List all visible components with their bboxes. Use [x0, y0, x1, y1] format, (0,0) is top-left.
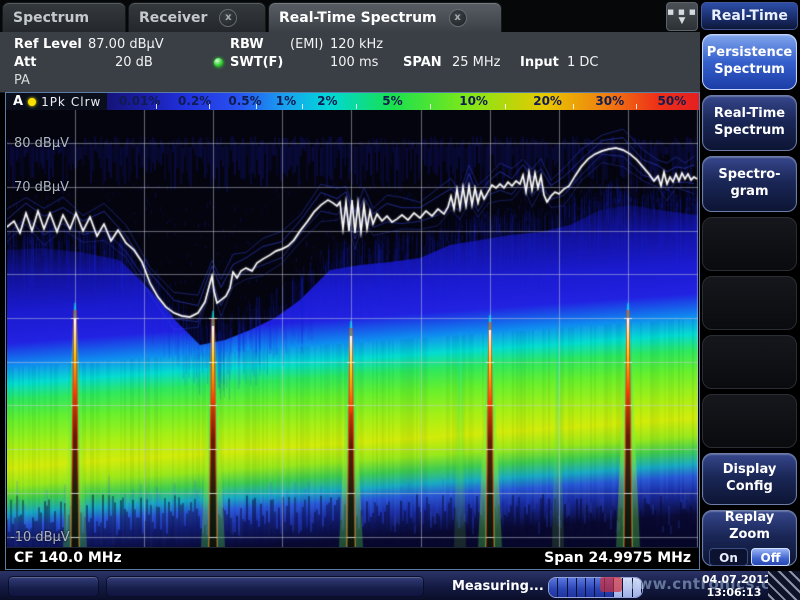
- y-axis-label-80: 80 dBµV: [14, 136, 69, 151]
- input-value[interactable]: 1 DC: [567, 55, 599, 70]
- replay-zoom-off-toggle[interactable]: Off: [751, 548, 790, 566]
- span-value[interactable]: 25 MHz: [452, 55, 501, 70]
- frequency-footer: CF 140.0 MHz Span 24.9975 MHz: [6, 547, 699, 569]
- density-scale-tick: [302, 104, 303, 109]
- ref-level-label[interactable]: Ref Level: [14, 37, 82, 52]
- density-scale-tick: [573, 104, 574, 109]
- progress-cell: [558, 578, 567, 597]
- progress-cell: [595, 578, 604, 597]
- softkey-empty[interactable]: [702, 335, 797, 389]
- softkey-persistence-spectrum[interactable]: Persistence Spectrum: [702, 34, 797, 90]
- span-label[interactable]: SPAN: [403, 55, 442, 70]
- rbw-prefix: (EMI): [290, 37, 323, 52]
- time-value: 13:06:13: [702, 586, 766, 599]
- swt-label[interactable]: SWT(F): [230, 55, 283, 70]
- tab-label: Receiver: [139, 10, 207, 26]
- tab-label: Real-Time Spectrum: [279, 10, 437, 26]
- density-scale-label: 50%: [658, 94, 687, 109]
- settings-header: Ref Level 87.00 dBµV RBW (EMI) 120 kHz A…: [0, 32, 700, 93]
- sweep-led-icon: [214, 58, 223, 67]
- density-scale-tick: [356, 104, 357, 109]
- tab-bar: Spectrum Receiver x Real-Time Spectrum x…: [0, 0, 700, 32]
- density-scale-label: 5%: [382, 94, 402, 109]
- softkey-label: Replay Zoom: [725, 510, 774, 544]
- softkey-sidebar: Real-Time Persistence SpectrumReal-Time …: [700, 0, 800, 600]
- swt-value[interactable]: 100 ms: [330, 55, 378, 70]
- att-value[interactable]: 20 dB: [115, 55, 153, 70]
- status-bar: Measuring...: [0, 571, 800, 600]
- density-scale-label: 2%: [317, 94, 337, 109]
- measuring-status: Measuring...: [452, 579, 544, 594]
- progress-cell: [633, 578, 642, 597]
- density-color-scale: 0.01%0.2%0.5%1%2%5%10%20%30%50%: [107, 93, 699, 110]
- progress-cell: [605, 578, 614, 597]
- status-button-left[interactable]: [8, 576, 99, 597]
- density-scale-label: 1%: [276, 94, 296, 109]
- window-menu-button[interactable]: ■ ■ ■ ▼: [666, 2, 698, 31]
- density-scale-tick: [156, 104, 157, 109]
- preamp-label: PA: [14, 73, 30, 88]
- softkey-empty[interactable]: [702, 394, 797, 448]
- progress-cell: [549, 578, 558, 597]
- softkey-spectro-gram[interactable]: Spectro- gram: [702, 156, 797, 212]
- density-scale-label: 10%: [459, 94, 488, 109]
- density-scale-tick: [256, 104, 257, 109]
- density-scale-tick: [209, 104, 210, 109]
- progress-cell: [577, 578, 586, 597]
- status-button-wide[interactable]: [106, 576, 424, 597]
- density-scale-label: 30%: [595, 94, 624, 109]
- trace-active-dot-icon: [28, 98, 36, 106]
- softkey-empty[interactable]: [702, 217, 797, 271]
- trace-legend: A 1Pk Clrw: [6, 93, 107, 110]
- progress-cell: [623, 578, 632, 597]
- y-axis-label-70: 70 dBµV: [14, 180, 69, 195]
- density-scale-tick: [505, 104, 506, 109]
- progress-cell: [586, 578, 595, 597]
- span-value-footer[interactable]: Span 24.9975 MHz: [544, 550, 691, 566]
- density-scale-tick: [430, 104, 431, 109]
- center-frequency-value[interactable]: CF 140.0 MHz: [14, 550, 122, 566]
- softkey-real-time-spectrum[interactable]: Real-Time Spectrum: [702, 95, 797, 151]
- density-scale-tick: [636, 104, 637, 109]
- softkey-display-config[interactable]: Display Config: [702, 453, 797, 505]
- softkey-menu-title: Real-Time: [701, 2, 798, 30]
- tab-spectrum[interactable]: Spectrum: [2, 2, 126, 32]
- density-scale-label: 0.2%: [178, 94, 211, 109]
- date-value: 04.07.2012: [702, 573, 766, 586]
- rbw-value[interactable]: 120 kHz: [330, 37, 383, 52]
- trace-detector: 1Pk: [41, 95, 66, 109]
- rbw-label[interactable]: RBW: [230, 37, 264, 52]
- trace-mode: Clrw: [71, 95, 101, 109]
- tab-receiver[interactable]: Receiver x: [128, 2, 266, 32]
- window-letter: A: [13, 94, 23, 109]
- tab-label: Spectrum: [13, 10, 89, 26]
- display-switcher-icon: ■ ■ ■: [667, 9, 696, 16]
- measurement-progress-bar: [548, 577, 643, 598]
- progress-cell: [614, 578, 623, 597]
- close-icon[interactable]: x: [449, 9, 467, 27]
- att-label[interactable]: Att: [14, 55, 37, 70]
- trace-legend-row: A 1Pk Clrw 0.01%0.2%0.5%1%2%5%10%20%30%5…: [6, 93, 699, 110]
- input-label[interactable]: Input: [520, 55, 559, 70]
- y-axis-label-m10: -10 dBµV: [10, 530, 70, 545]
- progress-cell: [568, 578, 577, 597]
- ref-level-value[interactable]: 87.00 dBµV: [88, 37, 164, 52]
- persistence-spectrum-canvas[interactable]: [7, 110, 698, 548]
- spectrum-window: A 1Pk Clrw 0.01%0.2%0.5%1%2%5%10%20%30%5…: [5, 92, 700, 570]
- close-icon[interactable]: x: [219, 9, 237, 27]
- tab-real-time-spectrum[interactable]: Real-Time Spectrum x: [268, 2, 502, 32]
- density-scale-label: 0.01%: [119, 94, 161, 109]
- chevron-down-icon: ▼: [679, 17, 686, 25]
- resize-grip-icon: [768, 571, 800, 600]
- datetime-display: 04.07.2012 13:06:13: [702, 573, 766, 599]
- softkey-empty[interactable]: [702, 276, 797, 330]
- replay-zoom-on-toggle[interactable]: On: [709, 548, 748, 566]
- density-scale-label: 20%: [533, 94, 562, 109]
- softkey-replay-zoom[interactable]: Replay Zoom OnOff: [702, 510, 797, 566]
